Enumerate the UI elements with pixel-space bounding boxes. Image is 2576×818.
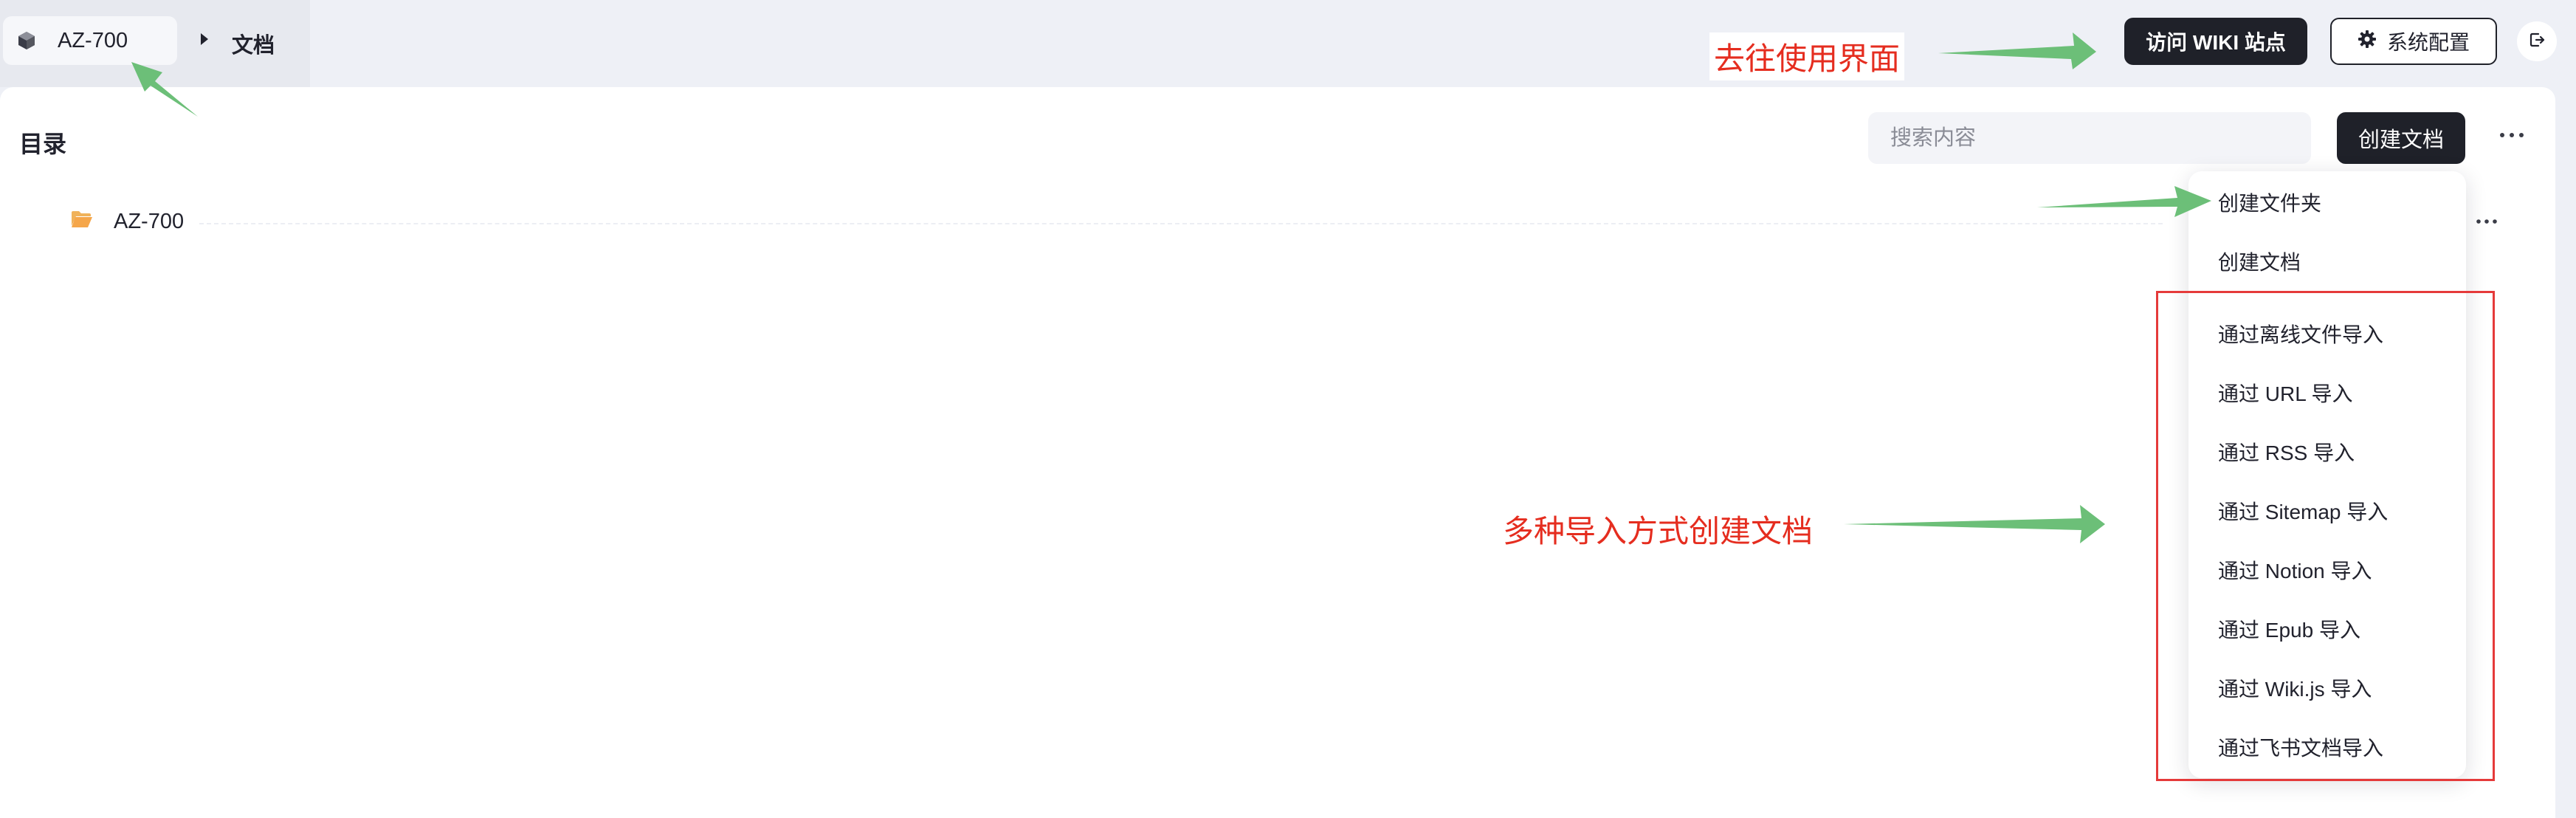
menu-item-import-feishu[interactable]: 通过飞书文档导入 [2218,732,2383,762]
menu-item-create-folder[interactable]: 创建文件夹 [2218,188,2321,217]
menu-item-import-sitemap[interactable]: 通过 Sitemap 导入 [2218,496,2388,526]
create-document-button[interactable]: 创建文档 [2337,112,2465,164]
menu-item-import-wikijs[interactable]: 通过 Wiki.js 导入 [2218,673,2372,703]
annotation-goto-ui: 去往使用界面 [1709,32,1905,80]
more-options-button[interactable] [2493,117,2530,154]
cube-icon [18,30,38,51]
annotation-multi-import: 多种导入方式创建文档 [1503,514,1814,549]
system-config-label: 系统配置 [2386,31,2470,54]
caret-right-icon [199,32,211,47]
tree-row[interactable]: AZ-700 [0,199,2555,244]
page: AZ-700 文档 访问 WIKI 站点 系统配置 目录 搜索内容 创建文档 A… [0,0,2576,818]
system-config-button[interactable]: 系统配置 [2330,18,2497,65]
visit-wiki-button[interactable]: 访问 WIKI 站点 [2124,18,2307,65]
tree-row-more-button[interactable] [2468,205,2505,238]
breadcrumb-current: 文档 [232,34,275,58]
menu-item-import-epub[interactable]: 通过 Epub 导入 [2218,614,2360,644]
menu-item-create-document[interactable]: 创建文档 [2218,247,2301,276]
logout-icon [2528,31,2546,52]
tree-item-name: AZ-700 [114,210,185,233]
menu-item-import-notion[interactable]: 通过 Notion 导入 [2218,555,2372,585]
catalog-panel: 目录 创建文档 AZ-700 [0,87,2555,818]
knowledge-base-name: AZ-700 [58,28,128,52]
gear-icon [2358,30,2377,54]
more-horizontal-icon [2476,219,2497,224]
knowledge-base-switcher[interactable]: AZ-700 [3,16,177,65]
menu-item-import-url[interactable]: 通过 URL 导入 [2218,378,2353,408]
menu-item-import-rss[interactable]: 通过 RSS 导入 [2218,437,2355,467]
create-dropdown-menu: 创建文件夹 创建文档 通过离线文件导入 通过 URL 导入 通过 RSS 导入 … [2188,171,2466,778]
search-input[interactable] [1868,112,2311,164]
folder-icon [71,210,93,230]
breadcrumb: AZ-700 文档 [0,0,310,87]
logout-button[interactable] [2517,21,2557,61]
menu-item-import-offline[interactable]: 通过离线文件导入 [2218,319,2383,348]
more-horizontal-icon [2499,128,2524,142]
catalog-title: 目录 [19,131,67,157]
tree-row-divider [199,223,2163,224]
top-bar: AZ-700 文档 访问 WIKI 站点 系统配置 [0,0,2576,87]
